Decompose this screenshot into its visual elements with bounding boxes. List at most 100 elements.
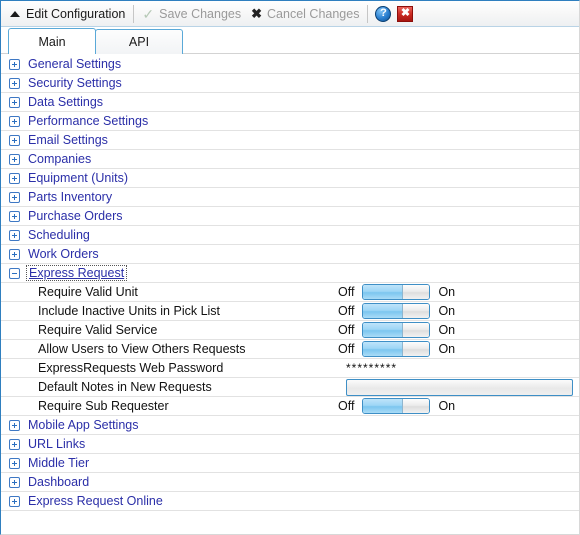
tab-strip: Main API xyxy=(1,27,579,55)
plus-box-icon[interactable] xyxy=(9,77,20,89)
group-label: Parts Inventory xyxy=(28,189,113,204)
tab-api[interactable]: API xyxy=(95,29,183,54)
plus-box-icon[interactable] xyxy=(9,419,20,431)
group-label: Equipment (Units) xyxy=(28,170,129,185)
plus-box-icon[interactable] xyxy=(9,58,20,70)
plus-box-icon[interactable] xyxy=(9,210,20,222)
settings-group-row[interactable]: Parts Inventory xyxy=(1,188,579,207)
setting-value-cell: Off On xyxy=(338,397,455,415)
edit-configuration-window: Edit Configuration ✓ Save Changes ✖ Canc… xyxy=(0,0,580,535)
toggle-knob[interactable] xyxy=(403,304,430,318)
plus-box-icon[interactable] xyxy=(9,457,20,469)
settings-row[interactable]: Require Valid Unit Off On xyxy=(1,283,579,302)
settings-row[interactable]: Default Notes in New Requests xyxy=(1,378,579,397)
cancel-changes-button[interactable]: ✖ Cancel Changes xyxy=(246,3,364,25)
toggle-knob[interactable] xyxy=(403,323,430,337)
setting-label: Require Sub Requester xyxy=(38,398,169,413)
window-toolbar: Edit Configuration ✓ Save Changes ✖ Canc… xyxy=(1,1,579,27)
setting-value-cell xyxy=(346,378,573,396)
toggle-switch[interactable] xyxy=(362,341,431,357)
settings-group-row[interactable]: Mobile App Settings xyxy=(1,416,579,435)
settings-group-row[interactable]: Data Settings xyxy=(1,93,579,112)
settings-group-row[interactable]: Express Request Online xyxy=(1,492,579,511)
x-icon: ✖ xyxy=(251,6,263,21)
settings-group-row[interactable]: Equipment (Units) xyxy=(1,169,579,188)
plus-box-icon[interactable] xyxy=(9,134,20,146)
default-notes-input[interactable] xyxy=(346,378,573,396)
plus-box-icon[interactable] xyxy=(9,495,20,507)
plus-box-icon[interactable] xyxy=(9,248,20,260)
group-label: Performance Settings xyxy=(28,113,149,128)
toggle-track xyxy=(363,342,404,356)
setting-value-cell: Off On xyxy=(338,302,455,320)
grid-empty-area xyxy=(1,511,579,519)
plus-box-icon[interactable] xyxy=(9,476,20,488)
settings-row[interactable]: Require Valid Service Off On xyxy=(1,321,579,340)
settings-group-row[interactable]: Security Settings xyxy=(1,74,579,93)
settings-group-row[interactable]: Scheduling xyxy=(1,226,579,245)
toggle-on-label: On xyxy=(438,284,456,299)
group-label: Data Settings xyxy=(28,94,104,109)
plus-box-icon[interactable] xyxy=(9,115,20,127)
toggle-on-label: On xyxy=(438,341,456,356)
toggle-switch[interactable] xyxy=(362,303,431,319)
caret-up-icon xyxy=(10,10,20,17)
minus-box-icon[interactable] xyxy=(9,267,20,279)
toggle-off-label: Off xyxy=(338,398,355,413)
settings-row[interactable]: ExpressRequests Web Password ********* xyxy=(1,359,579,378)
toggle-knob[interactable] xyxy=(403,342,430,356)
settings-row[interactable]: Require Sub Requester Off On xyxy=(1,397,579,416)
toggle-track xyxy=(363,399,404,413)
close-icon[interactable]: ✖ xyxy=(397,5,414,22)
settings-row[interactable]: Include Inactive Units in Pick List Off On xyxy=(1,302,579,321)
toolbar-divider-2 xyxy=(367,4,369,23)
toggle-on-label: On xyxy=(438,398,456,413)
setting-value-cell: Off On xyxy=(338,283,455,301)
settings-group-row[interactable]: Dashboard xyxy=(1,473,579,492)
settings-group-row[interactable]: Work Orders xyxy=(1,245,579,264)
group-label: Work Orders xyxy=(28,246,99,261)
plus-box-icon[interactable] xyxy=(9,191,20,203)
settings-group-row[interactable]: Email Settings xyxy=(1,131,579,150)
group-label: Scheduling xyxy=(28,227,90,242)
window-title: Edit Configuration xyxy=(26,6,126,21)
settings-group-row[interactable]: General Settings xyxy=(1,55,579,74)
setting-label: Include Inactive Units in Pick List xyxy=(38,303,221,318)
group-label: Dashboard xyxy=(28,474,90,489)
tab-main[interactable]: Main xyxy=(8,28,96,55)
save-changes-button[interactable]: ✓ Save Changes xyxy=(137,3,246,25)
group-label: Middle Tier xyxy=(28,455,90,470)
setting-value-cell: Off On xyxy=(338,340,455,358)
toggle-track xyxy=(363,304,404,318)
toggle-switch[interactable] xyxy=(362,284,431,300)
settings-group-row[interactable]: Performance Settings xyxy=(1,112,579,131)
settings-group-row[interactable]: Express Request xyxy=(1,264,579,283)
toggle-track xyxy=(363,323,404,337)
plus-box-icon[interactable] xyxy=(9,96,20,108)
group-label: General Settings xyxy=(28,56,122,71)
help-icon[interactable]: ? xyxy=(375,5,392,22)
setting-label: ExpressRequests Web Password xyxy=(38,360,224,375)
settings-group-row[interactable]: Companies xyxy=(1,150,579,169)
settings-group-row[interactable]: Middle Tier xyxy=(1,454,579,473)
toggle-switch[interactable] xyxy=(362,322,431,338)
plus-box-icon[interactable] xyxy=(9,438,20,450)
group-label: Mobile App Settings xyxy=(28,417,139,432)
window-title-button[interactable]: Edit Configuration xyxy=(5,3,130,25)
settings-group-row[interactable]: Purchase Orders xyxy=(1,207,579,226)
toggle-knob[interactable] xyxy=(403,285,430,299)
group-label: Express Request Online xyxy=(28,493,163,508)
settings-group-row[interactable]: URL Links xyxy=(1,435,579,454)
plus-box-icon[interactable] xyxy=(9,153,20,165)
group-label: Security Settings xyxy=(28,75,122,90)
password-masked-value[interactable]: ********* xyxy=(338,362,397,374)
setting-label: Require Valid Unit xyxy=(38,284,138,299)
plus-box-icon[interactable] xyxy=(9,229,20,241)
toggle-switch[interactable] xyxy=(362,398,431,414)
setting-label: Require Valid Service xyxy=(38,322,158,337)
toggle-knob[interactable] xyxy=(403,399,430,413)
toggle-off-label: Off xyxy=(338,284,355,299)
toggle-off-label: Off xyxy=(338,322,355,337)
settings-row[interactable]: Allow Users to View Others Requests Off On xyxy=(1,340,579,359)
plus-box-icon[interactable] xyxy=(9,172,20,184)
